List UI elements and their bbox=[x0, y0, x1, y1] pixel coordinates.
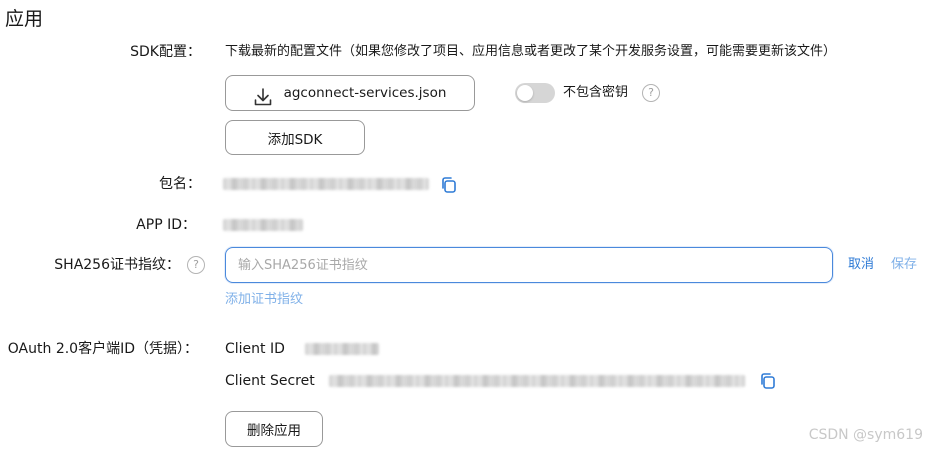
add-sdk-button[interactable]: 添加SDK bbox=[225, 120, 365, 155]
download-config-button[interactable]: agconnect-services.json bbox=[225, 75, 475, 111]
download-config-label: agconnect-services.json bbox=[283, 85, 447, 101]
client-id-label: Client ID bbox=[225, 341, 285, 357]
client-id-value-redacted bbox=[305, 343, 379, 355]
add-fingerprint-link[interactable]: 添加证书指纹 bbox=[225, 290, 303, 310]
package-name-value-redacted bbox=[223, 178, 429, 190]
help-icon[interactable]: ? bbox=[187, 256, 205, 274]
add-sdk-label: 添加SDK bbox=[267, 131, 323, 148]
watermark: CSDN @sym619 bbox=[808, 427, 923, 443]
sdk-config-description: 下载最新的配置文件（如果您修改了项目、应用信息或者更改了某个开发服务设置，可能需… bbox=[225, 44, 837, 59]
toggle-knob bbox=[517, 85, 533, 101]
help-icon[interactable]: ? bbox=[642, 84, 660, 102]
app-settings-page: 应用 SDK配置： 下载最新的配置文件（如果您修改了项目、应用信息或者更改了某个… bbox=[0, 0, 929, 452]
save-link[interactable]: 保存 bbox=[891, 255, 917, 275]
package-name-label: 包名： bbox=[159, 176, 201, 192]
download-icon bbox=[254, 88, 272, 106]
client-secret-label: Client Secret bbox=[225, 373, 315, 389]
sdk-config-label: SDK配置： bbox=[130, 44, 201, 60]
oauth-label: OAuth 2.0客户端ID（凭据）： bbox=[7, 341, 198, 357]
exclude-key-toggle[interactable] bbox=[515, 83, 555, 103]
cancel-link[interactable]: 取消 bbox=[848, 255, 874, 275]
exclude-key-label: 不包含密钥 bbox=[563, 85, 629, 100]
sha256-label: SHA256证书指纹： bbox=[54, 257, 180, 273]
app-id-label: APP ID： bbox=[136, 217, 196, 233]
section-title: 应用 bbox=[5, 8, 44, 30]
app-id-value-redacted bbox=[223, 219, 303, 231]
delete-app-label: 删除应用 bbox=[247, 423, 301, 439]
sha256-input[interactable] bbox=[225, 247, 833, 283]
delete-app-button[interactable]: 删除应用 bbox=[225, 411, 323, 447]
copy-icon[interactable] bbox=[759, 372, 777, 390]
copy-icon[interactable] bbox=[440, 176, 458, 194]
client-secret-value-redacted bbox=[329, 375, 745, 387]
